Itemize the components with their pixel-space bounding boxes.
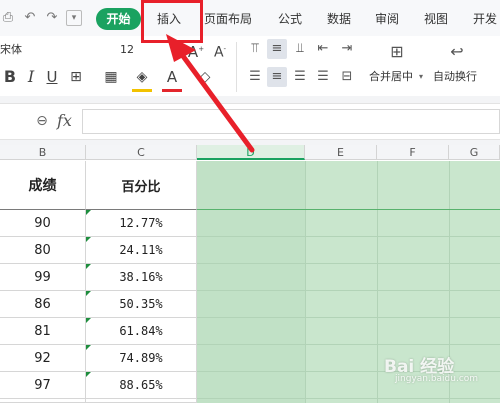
distributed-align-icon[interactable]: ⊟ [337,67,357,87]
font-color-swatch [162,89,182,92]
score-cell[interactable] [0,399,86,403]
grid-line [197,236,500,237]
print-preview-icon[interactable]: ⎙ [0,10,16,26]
wrap-text-icon[interactable]: ↩ [445,42,469,62]
tab-data[interactable]: 数据 [327,8,351,30]
percent-header-cell[interactable]: 百分比 [86,161,197,210]
formula-bar: ⊖ fx [0,103,500,140]
grid-line [197,290,500,291]
percent-cell[interactable]: 74.89% [86,345,197,372]
bold-icon[interactable]: B [0,67,20,87]
score-cell[interactable]: 92 [0,345,86,372]
percent-cell[interactable]: 88.65% [86,372,197,399]
increase-indent-icon[interactable]: ⇥ [337,39,357,59]
percent-cell[interactable]: 12.77% [86,210,197,237]
align-top-icon[interactable]: ⫪ [245,39,265,59]
undo-icon[interactable]: ↶ [22,10,38,26]
percent-cell[interactable] [86,399,197,403]
score-header-cell[interactable]: 成绩 [0,161,86,210]
align-center-icon[interactable]: ≡ [267,67,287,87]
grid-line [197,209,500,210]
tab-page-layout[interactable]: 页面布局 [204,8,252,30]
grid-line [197,371,500,372]
redo-icon[interactable]: ↷ [44,10,60,26]
formula-input[interactable] [82,109,500,134]
align-right-icon[interactable]: ☰ [290,67,310,87]
grid-line [305,161,306,403]
selected-column-d[interactable] [197,161,305,403]
quick-access-dropdown-icon[interactable]: ▾ [66,10,82,26]
column-header-b[interactable]: B [0,145,86,160]
percent-cell[interactable]: 61.84% [86,318,197,345]
fill-color-icon[interactable]: ◈ [132,67,152,87]
watermark-url: jingyan.baidu.com [395,374,479,384]
cell-style-icon[interactable]: ▦ [101,67,121,87]
tab-start[interactable]: 开始 [96,8,141,30]
underline-icon[interactable]: U [42,67,62,87]
grid-line [197,344,500,345]
fill-color-swatch [132,89,152,92]
justify-icon[interactable]: ☰ [313,67,333,87]
grid-line [197,263,500,264]
score-cell[interactable]: 99 [0,264,86,291]
column-header-c[interactable]: C [86,145,197,160]
column-header-f[interactable]: F [377,145,449,160]
tab-formula[interactable]: 公式 [278,8,302,30]
chevron-down-icon[interactable]: ▾ [419,69,423,85]
insert-tab-highlight [141,0,203,43]
wrap-text-button[interactable]: 自动换行 [433,69,477,85]
italic-icon[interactable]: I [21,67,41,87]
menu-bar: ⎙ ↶ ↷ ▾ 开始 插入 页面布局 公式 数据 审阅 视图 开发 [0,0,500,36]
fx-icon[interactable]: fx [57,111,72,131]
score-cell[interactable]: 81 [0,318,86,345]
merge-center-button[interactable]: 合并居中 [369,69,413,85]
tab-view[interactable]: 视图 [424,8,448,30]
score-cell[interactable]: 90 [0,210,86,237]
border-icon[interactable]: ⊞ [66,67,86,87]
column-header-g[interactable]: G [449,145,500,160]
toolbar-gap [0,96,500,103]
score-cell[interactable]: 97 [0,372,86,399]
grid-line [377,161,378,403]
percent-cell[interactable]: 24.11% [86,237,197,264]
clear-format-icon[interactable]: ◇ [195,67,215,87]
percent-cell[interactable]: 38.16% [86,264,197,291]
align-left-icon[interactable]: ☰ [245,67,265,87]
grid-line [197,317,500,318]
column-header-e[interactable]: E [305,145,377,160]
ribbon-toolbar: 宋体 12 A+ A- B I U ⊞ ▦ ◈ A ◇ ⫪ ≡ ⫫ ⇤ ⇥ ☰ … [0,36,500,96]
search-icon[interactable]: ⊖ [33,112,51,130]
font-size-select[interactable]: 12 [120,41,170,59]
font-name-select[interactable]: 宋体 [0,41,108,59]
column-header-d[interactable]: D [197,145,305,160]
align-middle-icon[interactable]: ≡ [267,39,287,59]
percent-cell[interactable]: 50.35% [86,291,197,318]
align-bottom-icon[interactable]: ⫫ [290,39,310,59]
font-color-icon[interactable]: A [162,67,182,87]
score-cell[interactable]: 86 [0,291,86,318]
score-cell[interactable]: 80 [0,237,86,264]
merge-center-icon[interactable]: ⊞ [385,42,409,62]
tab-review[interactable]: 审阅 [375,8,399,30]
decrease-indent-icon[interactable]: ⇤ [313,39,333,59]
tab-developer[interactable]: 开发 [473,8,497,30]
ribbon-divider [236,42,237,92]
decrease-font-icon[interactable]: A- [210,39,230,63]
grid-line [197,398,500,399]
